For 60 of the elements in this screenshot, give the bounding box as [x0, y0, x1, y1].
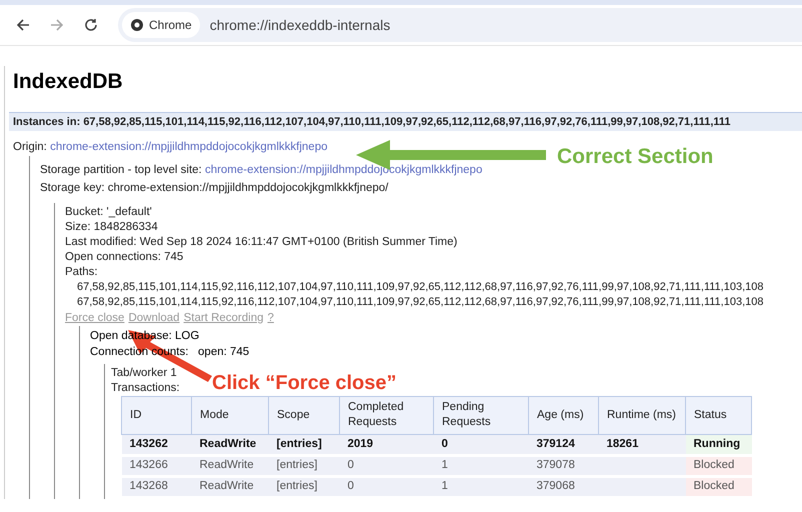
transaction-row[interactable]: 143262 ReadWrite [entries] 2019 0 379124 18261 Running — [122, 434, 752, 456]
bucket-info: Bucket: '_default' — [65, 204, 153, 220]
table-cell: 379124 — [528, 434, 598, 456]
column-header: Pending Requests — [434, 396, 528, 434]
action-link[interactable]: Download — [128, 310, 180, 326]
storage-key: Storage key: chrome-extension://mpjjildhmpddojocokjkgmlkkkfjnepo/ — [40, 180, 802, 197]
partition-link[interactable]: chrome-extension://mpjjildhmpddojocokjkgmlkkkfjnepo — [204, 164, 482, 176]
partition-label: Storage partition - top level site: — [40, 164, 203, 176]
column-header: Runtime (ms) — [598, 396, 686, 434]
table-cell: 18261 — [598, 434, 686, 456]
table-cell: 379068 — [528, 476, 598, 498]
globe-icon — [130, 18, 144, 32]
bucket-info: Open connections: 745 — [65, 250, 184, 265]
bucket-info: Size: 1848286334 — [65, 220, 159, 235]
annotation-label: Click “Force close” — [212, 371, 397, 396]
path-text: 67,58,92,85,115,101,114,115,92,116,112,107,104,97,110,111,109,97,92,65,112,112,68,97,116,97,92,76,111,99,97,108,92,71,111,111,103,108 — [77, 294, 764, 310]
action-link[interactable]: ? — [268, 310, 274, 326]
table-cell: Running — [686, 434, 752, 456]
bucket-info: Paths: — [65, 264, 99, 280]
instances-bar: Instances in: 67,58,92,85,115,101,114,115,92,116,112,107,104,97,110,111,109,97,92,65,112,112,68,97,116,97,92,76,111,99,97,108,92,71,111,111 — [9, 112, 802, 131]
table-cell: ReadWrite — [192, 476, 268, 498]
table-cell: [entries] — [268, 434, 340, 456]
column-header: Scope — [268, 396, 340, 434]
origin-label: Origin: — [13, 141, 48, 153]
column-header: Mode — [192, 396, 268, 434]
origin-link[interactable]: chrome-extension://mpjjildhmpddojocokjkgmlkkkfjnepo — [50, 141, 328, 153]
table-cell: Blocked — [686, 476, 752, 498]
table-cell: [entries] — [268, 476, 340, 498]
table-cell: 143266 — [122, 455, 192, 476]
table-cell: 0 — [340, 476, 434, 498]
address-bar[interactable]: Chrome chrome://indexeddb-internals — [118, 8, 802, 42]
column-header: Completed Requests — [340, 396, 434, 434]
worker-info: Transactions: — [111, 380, 180, 396]
worker-info: Tab/worker 1 — [111, 366, 177, 381]
transaction-row[interactable]: 143268 ReadWrite [entries] 0 1 379068 Blocked — [122, 476, 752, 498]
page-heading: IndexedDB — [13, 69, 124, 95]
transaction-row[interactable]: 143266 ReadWrite [entries] 0 1 379078 Blocked — [122, 455, 752, 476]
action-link[interactable]: Force close — [65, 310, 124, 326]
table-cell: Blocked — [686, 455, 752, 476]
action-link[interactable]: Start Recording — [184, 310, 264, 326]
site-chip[interactable]: Chrome — [122, 12, 200, 38]
url-text: chrome://indexeddb-internals — [210, 16, 390, 34]
annotation-label: Correct Section — [557, 144, 714, 170]
table-cell: 0 — [434, 434, 528, 456]
reload-icon[interactable] — [82, 16, 100, 34]
table-cell: ReadWrite — [192, 455, 268, 476]
table-cell: 0 — [340, 455, 434, 476]
column-header: Age (ms) — [528, 396, 598, 434]
table-cell: 1 — [434, 455, 528, 476]
table-cell: 2019 — [340, 434, 434, 456]
table-cell: 1 — [434, 476, 528, 498]
path-text: 67,58,92,85,115,101,114,115,92,116,112,107,104,97,110,111,109,97,92,65,112,112,68,97,116,97,92,76,111,99,97,108,92,71,111,111,103,108 — [77, 280, 764, 295]
table-cell: 379078 — [528, 455, 598, 476]
table-cell: ReadWrite — [192, 434, 268, 456]
column-header: Status — [686, 396, 752, 434]
table-cell: 143268 — [122, 476, 192, 498]
table-cell: 143262 — [122, 434, 192, 456]
column-header: ID — [122, 396, 192, 434]
bucket-info: Last modified: Wed Sep 18 2024 16:11:47 GMT+0100 (British Summer Time) — [65, 234, 458, 250]
table-cell: [entries] — [268, 455, 340, 476]
